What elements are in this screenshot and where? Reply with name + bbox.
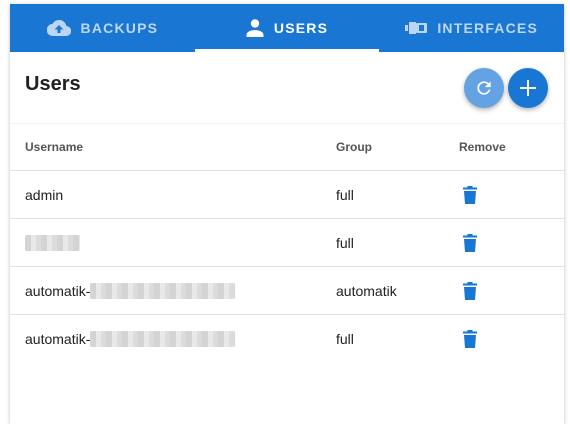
remove-cell <box>459 315 477 362</box>
users-panel: BACKUPS USERS INTERFACES Users Username … <box>10 4 564 424</box>
group-cell: automatik <box>336 282 397 299</box>
remove-cell <box>459 171 477 218</box>
username-cell: admin <box>25 186 64 203</box>
trash-icon <box>463 281 477 300</box>
table-header-row: Username Group Remove <box>10 123 564 170</box>
table-row: full <box>10 218 564 266</box>
trash-icon <box>463 329 477 348</box>
delete-user-button[interactable] <box>463 233 477 252</box>
username-text: automatik- <box>25 282 91 299</box>
username-text: automatik- <box>25 330 91 347</box>
table-row: automatik- automatik <box>10 266 564 314</box>
tab-bar: BACKUPS USERS INTERFACES <box>10 4 564 52</box>
column-header-remove: Remove <box>459 140 506 154</box>
remove-cell <box>459 267 477 314</box>
users-table: Username Group Remove admin full full au… <box>10 123 564 362</box>
add-user-button[interactable] <box>508 68 548 108</box>
tab-interfaces[interactable]: INTERFACES <box>379 4 564 52</box>
username-cell: automatik- <box>25 315 236 362</box>
trash-icon <box>463 233 477 252</box>
delete-user-button[interactable] <box>463 281 477 300</box>
user-icon <box>246 19 264 37</box>
page-title: Users <box>25 72 81 95</box>
column-header-group: Group <box>336 140 372 154</box>
column-header-username: Username <box>25 140 84 154</box>
delete-user-button[interactable] <box>463 185 477 204</box>
group-cell: full <box>336 330 354 347</box>
table-row: automatik- full <box>10 314 564 362</box>
tab-backups[interactable]: BACKUPS <box>10 4 195 52</box>
group-cell: full <box>336 186 354 203</box>
refresh-icon <box>477 81 491 95</box>
tab-users[interactable]: USERS <box>194 4 380 52</box>
trash-icon <box>463 185 477 204</box>
cloud-upload-icon <box>46 19 71 37</box>
username-cell: automatik- <box>25 267 236 314</box>
remove-cell <box>459 219 477 266</box>
redacted-text <box>90 282 236 299</box>
tab-label: USERS <box>273 20 329 36</box>
redacted-text <box>25 234 80 251</box>
delete-user-button[interactable] <box>463 329 477 348</box>
group-cell: full <box>336 234 354 251</box>
username-cell <box>25 219 80 266</box>
redacted-text <box>90 330 236 347</box>
ethernet-icon <box>405 22 428 34</box>
tab-label: INTERFACES <box>437 20 539 36</box>
plus-icon <box>520 80 536 96</box>
panel-header: Users <box>10 52 564 124</box>
table-row: admin full <box>10 170 564 218</box>
refresh-button[interactable] <box>464 68 504 108</box>
tab-label: BACKUPS <box>80 20 159 36</box>
